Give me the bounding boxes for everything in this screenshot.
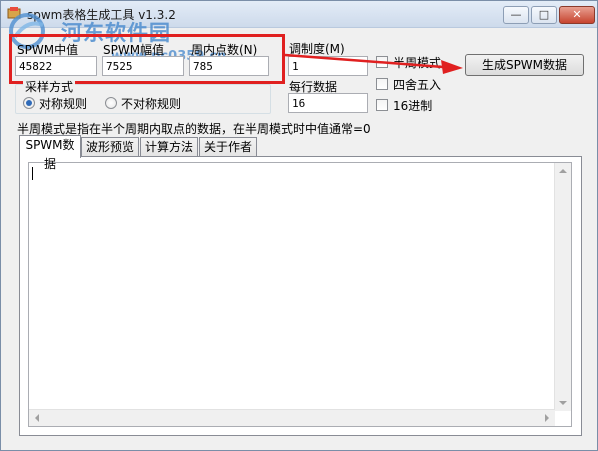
scroll-left-icon[interactable]	[34, 414, 40, 422]
modulation-label: 调制度(M)	[289, 42, 345, 56]
spwm-mid-input[interactable]	[15, 56, 97, 76]
per-row-input[interactable]	[288, 93, 368, 113]
tab-waveform-preview[interactable]: 波形预览	[81, 137, 139, 157]
text-caret	[32, 167, 33, 180]
scroll-right-icon[interactable]	[544, 414, 550, 422]
spwm-output-textarea[interactable]	[28, 162, 572, 427]
window-title: spwm表格生成工具 v1.3.2	[27, 8, 176, 22]
tab-panel	[19, 156, 582, 436]
half-cycle-label[interactable]: 半周模式	[393, 54, 441, 71]
half-cycle-checkbox[interactable]	[376, 56, 388, 68]
points-input[interactable]	[189, 56, 269, 76]
radio-symmetric[interactable]	[23, 97, 35, 109]
radio-asymmetric[interactable]	[105, 97, 117, 109]
spwm-amp-input[interactable]	[102, 56, 184, 76]
modulation-input[interactable]	[288, 56, 368, 76]
scroll-down-icon[interactable]	[559, 400, 567, 406]
hex-checkbox[interactable]	[376, 99, 388, 111]
close-icon: ✕	[572, 8, 582, 21]
generate-spwm-button[interactable]: 生成SPWM数据	[465, 54, 584, 76]
radio-symmetric-label[interactable]: 对称规则	[39, 95, 87, 112]
tab-spwm-data[interactable]: SPWM数据	[19, 135, 81, 171]
minimize-icon: —	[510, 8, 522, 21]
horizontal-scrollbar[interactable]	[29, 409, 555, 426]
sampling-legend: 采样方式	[23, 78, 76, 95]
tab-calculation[interactable]: 计算方法	[140, 137, 198, 157]
tab-about-author[interactable]: 关于作者	[199, 137, 257, 157]
minimize-button[interactable]: —	[503, 6, 529, 24]
app-window: spwm表格生成工具 v1.3.2 — □ ✕ 河东软件园 www.pc0359…	[0, 0, 598, 451]
title-bar[interactable]: spwm表格生成工具 v1.3.2 — □ ✕	[1, 1, 597, 28]
hex-label[interactable]: 16进制	[393, 97, 432, 114]
maximize-icon: □	[538, 8, 550, 21]
app-icon	[7, 7, 21, 19]
scroll-up-icon[interactable]	[559, 168, 567, 174]
round-label[interactable]: 四舍五入	[393, 76, 441, 93]
close-button[interactable]: ✕	[559, 6, 595, 24]
vertical-scrollbar[interactable]	[554, 163, 571, 411]
maximize-button[interactable]: □	[531, 6, 557, 24]
radio-asymmetric-label[interactable]: 不对称规则	[121, 95, 181, 112]
round-checkbox[interactable]	[376, 78, 388, 90]
